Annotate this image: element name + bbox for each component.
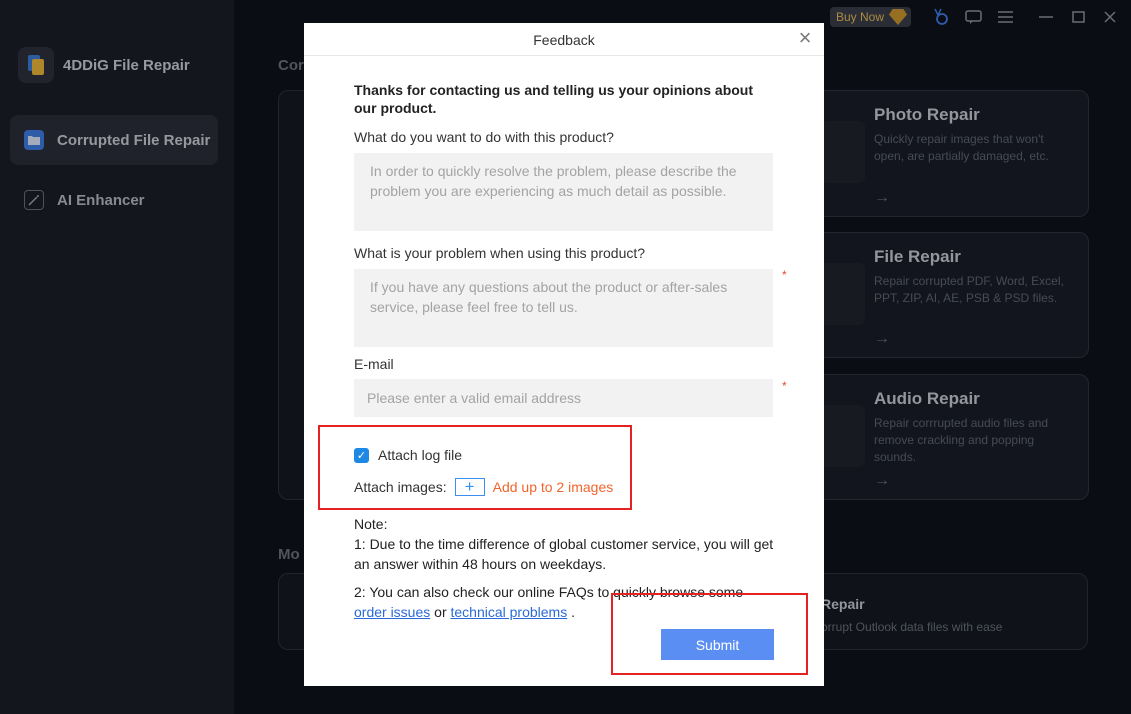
intro-text: Thanks for contacting us and telling us … <box>354 82 754 116</box>
note-1: 1: Due to the time difference of global … <box>354 536 774 572</box>
order-issues-link[interactable]: order issues <box>354 604 430 620</box>
question-2-label: What is your problem when using this pro… <box>354 245 646 261</box>
question-1-textarea[interactable] <box>354 153 773 231</box>
required-mark: * <box>782 268 787 282</box>
close-icon[interactable]: × <box>794 27 816 50</box>
email-input[interactable] <box>354 379 773 417</box>
submit-highlight-box <box>611 593 808 675</box>
email-label: E-mail <box>354 356 394 372</box>
dialog-header: Feedback × <box>304 23 824 56</box>
note-end: . <box>571 604 576 620</box>
dialog-title: Feedback <box>533 32 595 48</box>
note-or: or <box>434 604 447 620</box>
question-2-textarea[interactable] <box>354 269 773 347</box>
required-mark: * <box>782 379 787 393</box>
feedback-dialog: Feedback × Thanks for contacting us and … <box>304 23 824 686</box>
question-1-label: What do you want to do with this product… <box>354 129 614 145</box>
attachment-highlight-box <box>318 425 632 510</box>
technical-problems-link[interactable]: technical problems <box>451 604 568 620</box>
note-title: Note: <box>354 516 388 532</box>
